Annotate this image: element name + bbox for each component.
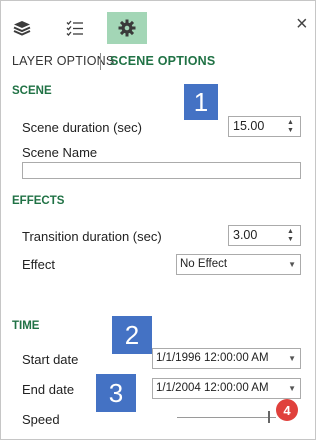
- scene-heading: SCENE: [12, 85, 52, 97]
- spin-down-icon[interactable]: ▼: [287, 236, 294, 243]
- scene-name-label: Scene Name: [22, 145, 98, 160]
- effect-label: Effect: [22, 257, 56, 272]
- end-date-picker[interactable]: 1/1/2004 12:00:00 AM ▼: [152, 378, 301, 399]
- checklist-icon: [66, 20, 83, 36]
- chevron-down-icon: ▼: [288, 260, 296, 269]
- settings-button[interactable]: [107, 12, 147, 44]
- start-date-picker[interactable]: 1/1/1996 12:00:00 AM ▼: [152, 348, 301, 369]
- time-heading: TIME: [12, 320, 40, 332]
- tab-separator: [100, 53, 101, 70]
- scene-name-input[interactable]: [22, 162, 301, 179]
- callout-badge-4: 4: [276, 399, 298, 421]
- close-button[interactable]: ×: [296, 14, 308, 34]
- callout-badge-2: 2: [112, 316, 152, 354]
- spin-up-icon[interactable]: ▲: [287, 228, 294, 235]
- chevron-down-icon: ▼: [288, 354, 296, 363]
- tab-scene-options[interactable]: SCENE OPTIONS: [110, 54, 215, 68]
- filter-button[interactable]: [55, 12, 95, 44]
- spin-up-icon[interactable]: ▲: [287, 119, 294, 126]
- end-date-label: End date: [22, 382, 75, 397]
- scene-duration-spinner[interactable]: 15.00 ▲ ▼: [228, 116, 301, 137]
- start-date-value: 1/1/1996 12:00:00 AM: [156, 352, 269, 364]
- transition-duration-label: Transition duration (sec): [22, 229, 162, 244]
- layers-icon: [13, 21, 31, 36]
- spin-down-icon[interactable]: ▼: [287, 127, 294, 134]
- speed-slider-track[interactable]: [177, 417, 276, 418]
- transition-duration-spinner[interactable]: 3.00 ▲ ▼: [228, 225, 301, 246]
- effect-dropdown[interactable]: No Effect ▼: [176, 254, 301, 275]
- scene-duration-label: Scene duration (sec): [22, 120, 142, 135]
- transition-duration-value: 3.00: [233, 228, 258, 242]
- layers-button[interactable]: [2, 12, 42, 44]
- scene-duration-value: 15.00: [233, 119, 265, 133]
- effects-heading: EFFECTS: [12, 195, 65, 207]
- callout-badge-3: 3: [96, 374, 136, 412]
- speed-label: Speed: [22, 412, 60, 427]
- start-date-label: Start date: [22, 352, 79, 367]
- callout-badge-1: 1: [184, 84, 218, 120]
- effect-value: No Effect: [180, 258, 228, 270]
- chevron-down-icon: ▼: [288, 384, 296, 393]
- end-date-value: 1/1/2004 12:00:00 AM: [156, 382, 269, 394]
- gear-icon: [118, 19, 136, 37]
- speed-slider-handle[interactable]: [268, 411, 270, 423]
